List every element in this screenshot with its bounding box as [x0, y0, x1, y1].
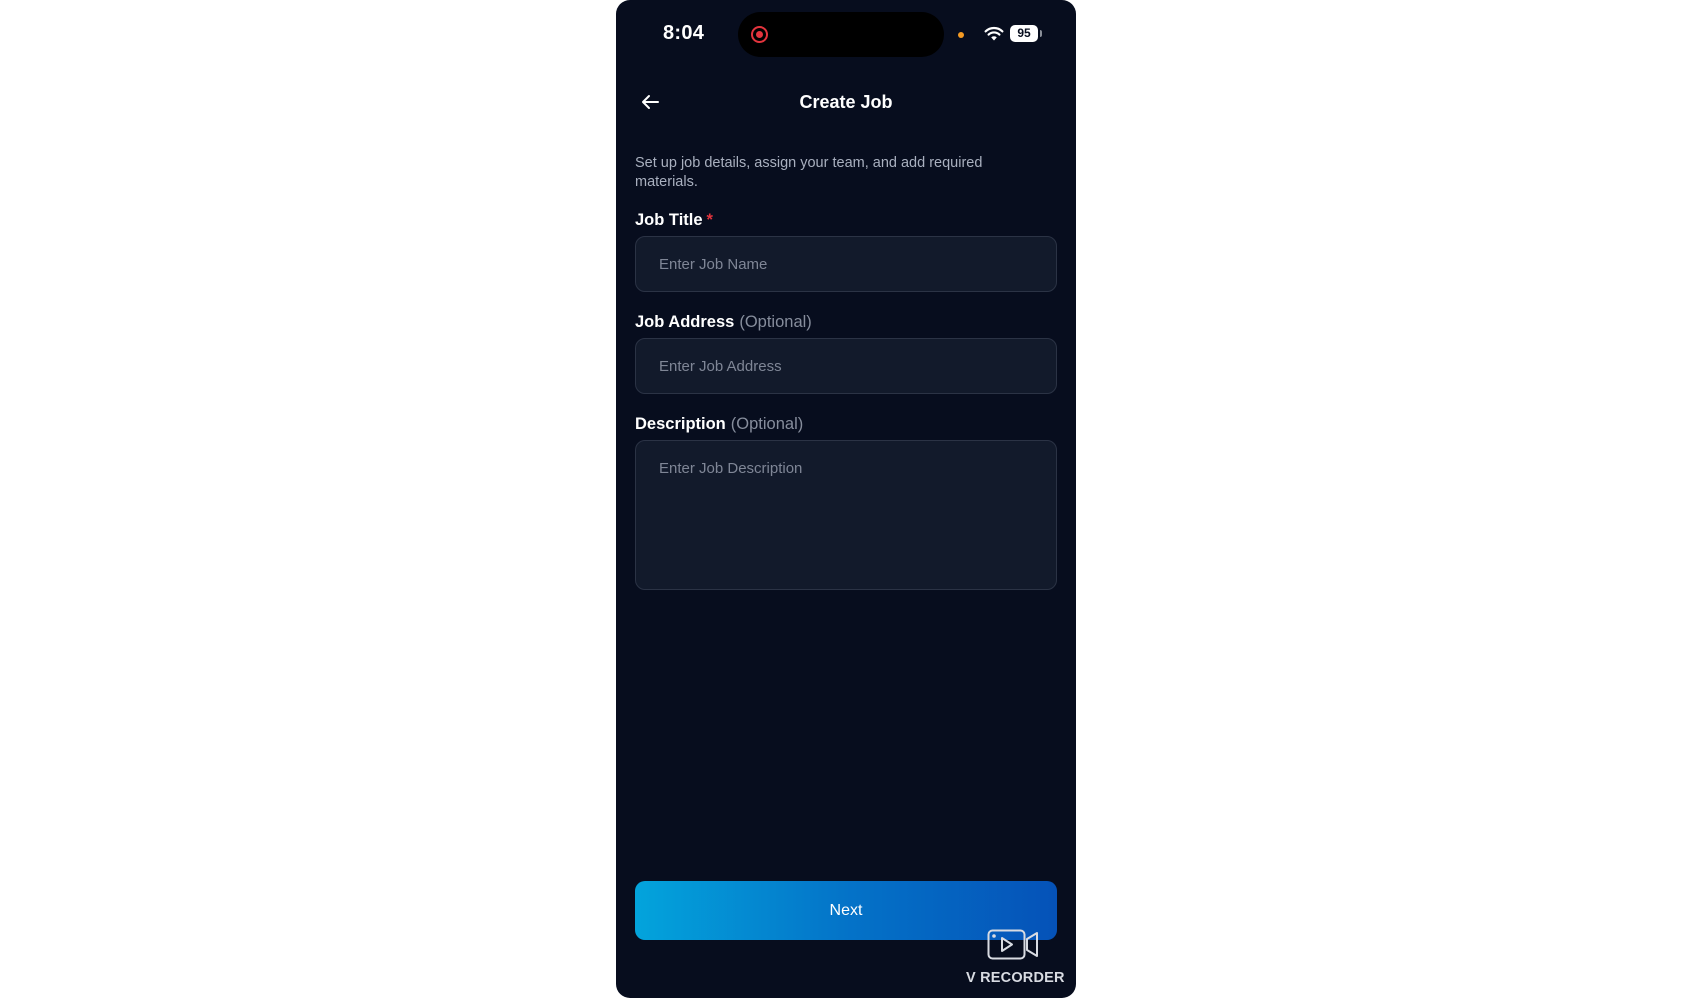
job-address-label: Job Address (Optional) [635, 313, 812, 332]
watermark-text: V RECORDER [966, 970, 1065, 986]
video-recorder-icon [987, 929, 1038, 960]
privacy-indicator-icon [958, 32, 964, 38]
wifi-icon [984, 26, 1004, 41]
optional-tag: (Optional) [730, 415, 804, 433]
description-label-text: Description [635, 415, 726, 433]
battery-icon: 95 [1010, 25, 1042, 42]
recording-icon [751, 26, 768, 43]
job-title-label: Job Title * [635, 211, 713, 230]
page-subtitle: Set up job details, assign your team, an… [635, 155, 983, 190]
page-title: Create Job [799, 92, 893, 112]
phone-screen: 8:04 95 Create Job Set up job details, a… [616, 0, 1076, 998]
description-label: Description (Optional) [635, 415, 803, 434]
optional-tag: (Optional) [739, 313, 812, 331]
dynamic-island [738, 12, 944, 57]
description-textarea[interactable] [635, 440, 1057, 590]
job-title-label-text: Job Title [635, 211, 703, 229]
job-address-label-text: Job Address [635, 313, 735, 331]
job-title-input[interactable] [635, 236, 1057, 292]
required-mark: * [706, 211, 713, 229]
status-time: 8:04 [663, 22, 705, 44]
job-address-input[interactable] [635, 338, 1057, 394]
